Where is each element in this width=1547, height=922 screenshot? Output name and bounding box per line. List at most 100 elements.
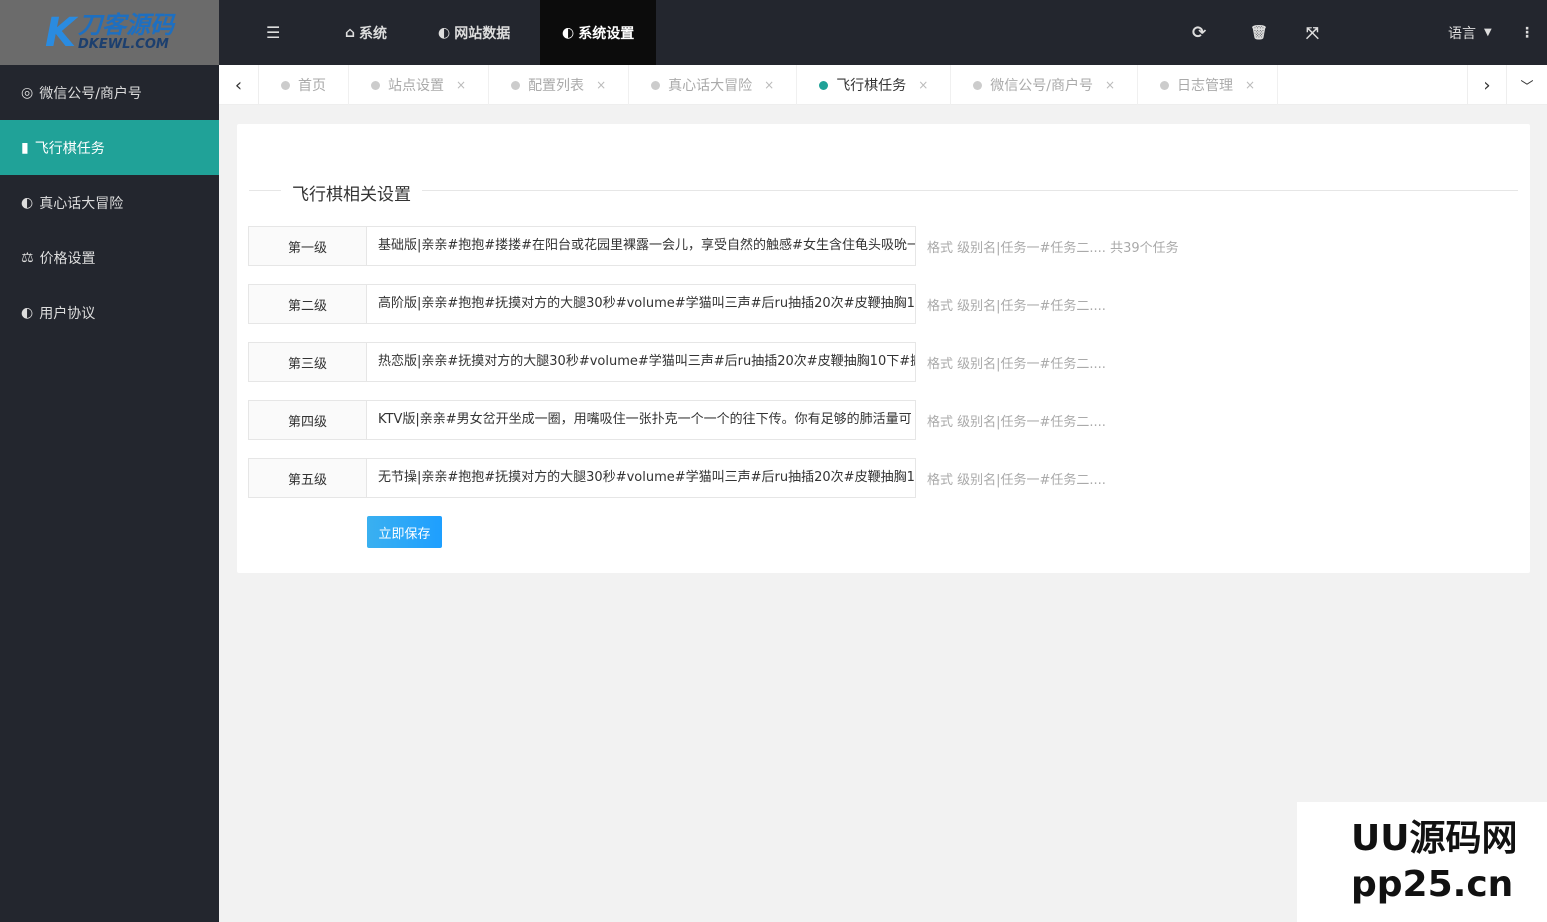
fullscreen-button[interactable]: ⤧ bbox=[1306, 0, 1319, 65]
caret-down-icon: ▼ bbox=[1484, 27, 1492, 38]
trash-icon: 🗑 bbox=[1250, 24, 1268, 41]
section-title: 飞行棋相关设置 bbox=[281, 180, 422, 205]
form-row: 第四级 KTV版|亲亲#男女岔开坐成一圈，用嘴吸住一张扑克一个一个的往下传。你有足… bbox=[248, 400, 1106, 440]
sidebar-item-label: 真心话大冒险 bbox=[39, 195, 124, 212]
row-label: 第三级 bbox=[248, 342, 367, 382]
row-hint: 格式 级别名|任务一#任务二.... bbox=[927, 472, 1106, 488]
close-icon[interactable]: × bbox=[918, 78, 928, 92]
sidebar: ◎ 微信公号/商户号 ▮ 飞行棋任务 ◐ 真心话大冒险 ⚖ 价格设置 ◐ 用户协议 bbox=[0, 65, 219, 922]
form-row: 第三级 热恋版|亲亲#抚摸对方的大腿30秒#volume#学猫叫三声#后ru抽插2… bbox=[248, 342, 1106, 382]
logo-mark-icon: K bbox=[45, 9, 76, 56]
close-icon[interactable]: × bbox=[1105, 78, 1115, 92]
tab-label: 首页 bbox=[298, 78, 326, 94]
level-2-input[interactable]: 高阶版|亲亲#抱抱#抚摸对方的大腿30秒#volume#学猫叫三声#后ru抽插2… bbox=[367, 284, 916, 324]
dot-icon bbox=[281, 80, 290, 90]
more-icon: ⋮ bbox=[1520, 24, 1534, 41]
logo: K 刀客源码 DKEWL.COM bbox=[0, 0, 219, 65]
dot-icon bbox=[1160, 80, 1170, 90]
dot-icon bbox=[973, 80, 983, 90]
section-divider: 飞行棋相关设置 bbox=[249, 180, 1518, 210]
sidebar-item-truth-dare[interactable]: ◐ 真心话大冒险 bbox=[0, 175, 219, 230]
row-hint: 格式 级别名|任务一#任务二.... bbox=[927, 414, 1106, 430]
nav-system[interactable]: ⌂ 系统 bbox=[345, 0, 387, 65]
language-dropdown[interactable]: 语言 ▼ bbox=[1448, 0, 1492, 65]
watermark-line2: pp25.cn bbox=[1351, 864, 1514, 905]
refresh-icon: ⟳ bbox=[1192, 22, 1207, 43]
tab-label: 日志管理 bbox=[1177, 78, 1234, 94]
tab-label: 配置列表 bbox=[528, 78, 585, 94]
row-hint: 格式 级别名|任务一#任务二.... bbox=[927, 298, 1106, 314]
dot-icon bbox=[511, 80, 521, 90]
nav-label: 网站数据 bbox=[454, 25, 511, 42]
tab-label: 微信公号/商户号 bbox=[990, 78, 1093, 94]
half-circle-icon: ◐ bbox=[438, 24, 451, 41]
top-header: ☰ ⌂ 系统 ◐ 网站数据 ◐ 系统设置 ⟳ 🗑 ⤧ 语言 ▼ ⋮ bbox=[219, 0, 1547, 65]
logo-domain: DKEWL.COM bbox=[78, 37, 169, 52]
tab-home[interactable]: 首页 bbox=[259, 65, 349, 105]
bookmark-icon: ▮ bbox=[21, 139, 29, 156]
watermark-line1: UU源码网 bbox=[1351, 818, 1518, 859]
chevron-down-icon: ﹀ bbox=[1520, 79, 1534, 95]
level-3-input[interactable]: 热恋版|亲亲#抚摸对方的大腿30秒#volume#学猫叫三声#后ru抽插20次#… bbox=[367, 342, 916, 382]
half-circle-icon: ◐ bbox=[562, 24, 575, 41]
form-row: 第二级 高阶版|亲亲#抱抱#抚摸对方的大腿30秒#volume#学猫叫三声#后ru… bbox=[248, 284, 1106, 324]
sidebar-item-label: 价格设置 bbox=[39, 250, 96, 267]
tab-scroll-right[interactable]: › bbox=[1467, 65, 1507, 105]
close-icon[interactable]: × bbox=[456, 78, 466, 92]
tab-logs[interactable]: 日志管理 × bbox=[1138, 65, 1279, 105]
refresh-button[interactable]: ⟳ bbox=[1192, 0, 1206, 65]
tab-bar: ‹ 首页 站点设置 × 配置列表 × 真心话大冒险 × 飞行棋任务 × 微信公号/商户号… bbox=[219, 65, 1547, 105]
menu-icon: ☰ bbox=[266, 23, 281, 42]
language-label: 语言 bbox=[1448, 25, 1476, 42]
tab-flying-chess[interactable]: 飞行棋任务 × bbox=[797, 65, 952, 105]
tab-label: 飞行棋任务 bbox=[836, 78, 907, 94]
chevron-left-icon: ‹ bbox=[234, 74, 243, 96]
row-label: 第二级 bbox=[248, 284, 367, 324]
half-circle-icon: ◐ bbox=[21, 304, 34, 321]
sidebar-item-label: 飞行棋任务 bbox=[34, 140, 105, 157]
tab-site-settings[interactable]: 站点设置 × bbox=[349, 65, 490, 105]
tab-label: 真心话大冒险 bbox=[668, 78, 753, 94]
fullscreen-icon: ⤧ bbox=[1306, 22, 1319, 42]
tab-menu-dropdown[interactable]: ﹀ bbox=[1507, 65, 1547, 105]
sidebar-item-agreement[interactable]: ◐ 用户协议 bbox=[0, 285, 219, 340]
more-button[interactable]: ⋮ bbox=[1520, 0, 1534, 65]
form-row: 第五级 无节操|亲亲#抱抱#抚摸对方的大腿30秒#volume#学猫叫三声#后ru… bbox=[248, 458, 1106, 498]
close-icon[interactable]: × bbox=[596, 78, 606, 92]
sidebar-item-flying-chess[interactable]: ▮ 飞行棋任务 bbox=[0, 120, 219, 175]
sidebar-item-wechat[interactable]: ◎ 微信公号/商户号 bbox=[0, 65, 219, 120]
row-label: 第四级 bbox=[248, 400, 367, 440]
watermark: UU源码网 pp25.cn bbox=[1297, 802, 1547, 922]
tab-config-list[interactable]: 配置列表 × bbox=[489, 65, 630, 105]
close-icon[interactable]: × bbox=[764, 78, 774, 92]
sidebar-item-label: 微信公号/商户号 bbox=[39, 85, 142, 102]
balance-icon: ⚖ bbox=[21, 249, 34, 266]
nav-site-data[interactable]: ◐ 网站数据 bbox=[438, 0, 510, 65]
home-icon: ⌂ bbox=[345, 24, 356, 41]
save-button[interactable]: 立即保存 bbox=[367, 516, 442, 548]
sidebar-item-label: 用户协议 bbox=[39, 305, 96, 322]
form-row: 第一级 基础版|亲亲#抱抱#搂搂#在阳台或花园里裸露一会儿，享受自然的触感#女生含… bbox=[248, 226, 1179, 266]
nav-system-settings[interactable]: ◐ 系统设置 bbox=[540, 0, 657, 65]
half-circle-icon: ◐ bbox=[21, 194, 34, 211]
level-5-input[interactable]: 无节操|亲亲#抱抱#抚摸对方的大腿30秒#volume#学猫叫三声#后ru抽插2… bbox=[367, 458, 916, 498]
sidebar-item-price[interactable]: ⚖ 价格设置 bbox=[0, 230, 219, 285]
tab-truth-dare[interactable]: 真心话大冒险 × bbox=[629, 65, 798, 105]
level-4-input[interactable]: KTV版|亲亲#男女岔开坐成一圈，用嘴吸住一张扑克一个一个的往下传。你有足够的肺… bbox=[367, 400, 916, 440]
row-label: 第五级 bbox=[248, 458, 367, 498]
tab-wechat[interactable]: 微信公号/商户号 × bbox=[951, 65, 1139, 105]
chevron-right-icon: › bbox=[1483, 74, 1491, 96]
row-hint: 格式 级别名|任务一#任务二.... 共39个任务 bbox=[927, 240, 1179, 256]
close-icon[interactable]: × bbox=[1245, 78, 1255, 92]
nav-label: 系统设置 bbox=[578, 25, 635, 42]
tab-label: 站点设置 bbox=[388, 78, 444, 94]
chrome-icon: ◎ bbox=[21, 84, 34, 101]
clear-cache-button[interactable]: 🗑 bbox=[1250, 0, 1268, 65]
settings-card: 飞行棋相关设置 第一级 基础版|亲亲#抱抱#搂搂#在阳台或花园里裸露一会儿，享受自… bbox=[237, 124, 1530, 573]
tab-scroll-left[interactable]: ‹ bbox=[219, 65, 259, 105]
row-label: 第一级 bbox=[248, 226, 367, 266]
level-1-input[interactable]: 基础版|亲亲#抱抱#搂搂#在阳台或花园里裸露一会儿，享受自然的触感#女生含住龟头… bbox=[367, 226, 916, 266]
row-hint: 格式 级别名|任务一#任务二.... bbox=[927, 356, 1106, 372]
nav-label: 系统 bbox=[359, 25, 388, 42]
sidebar-toggle-button[interactable]: ☰ bbox=[266, 0, 280, 65]
